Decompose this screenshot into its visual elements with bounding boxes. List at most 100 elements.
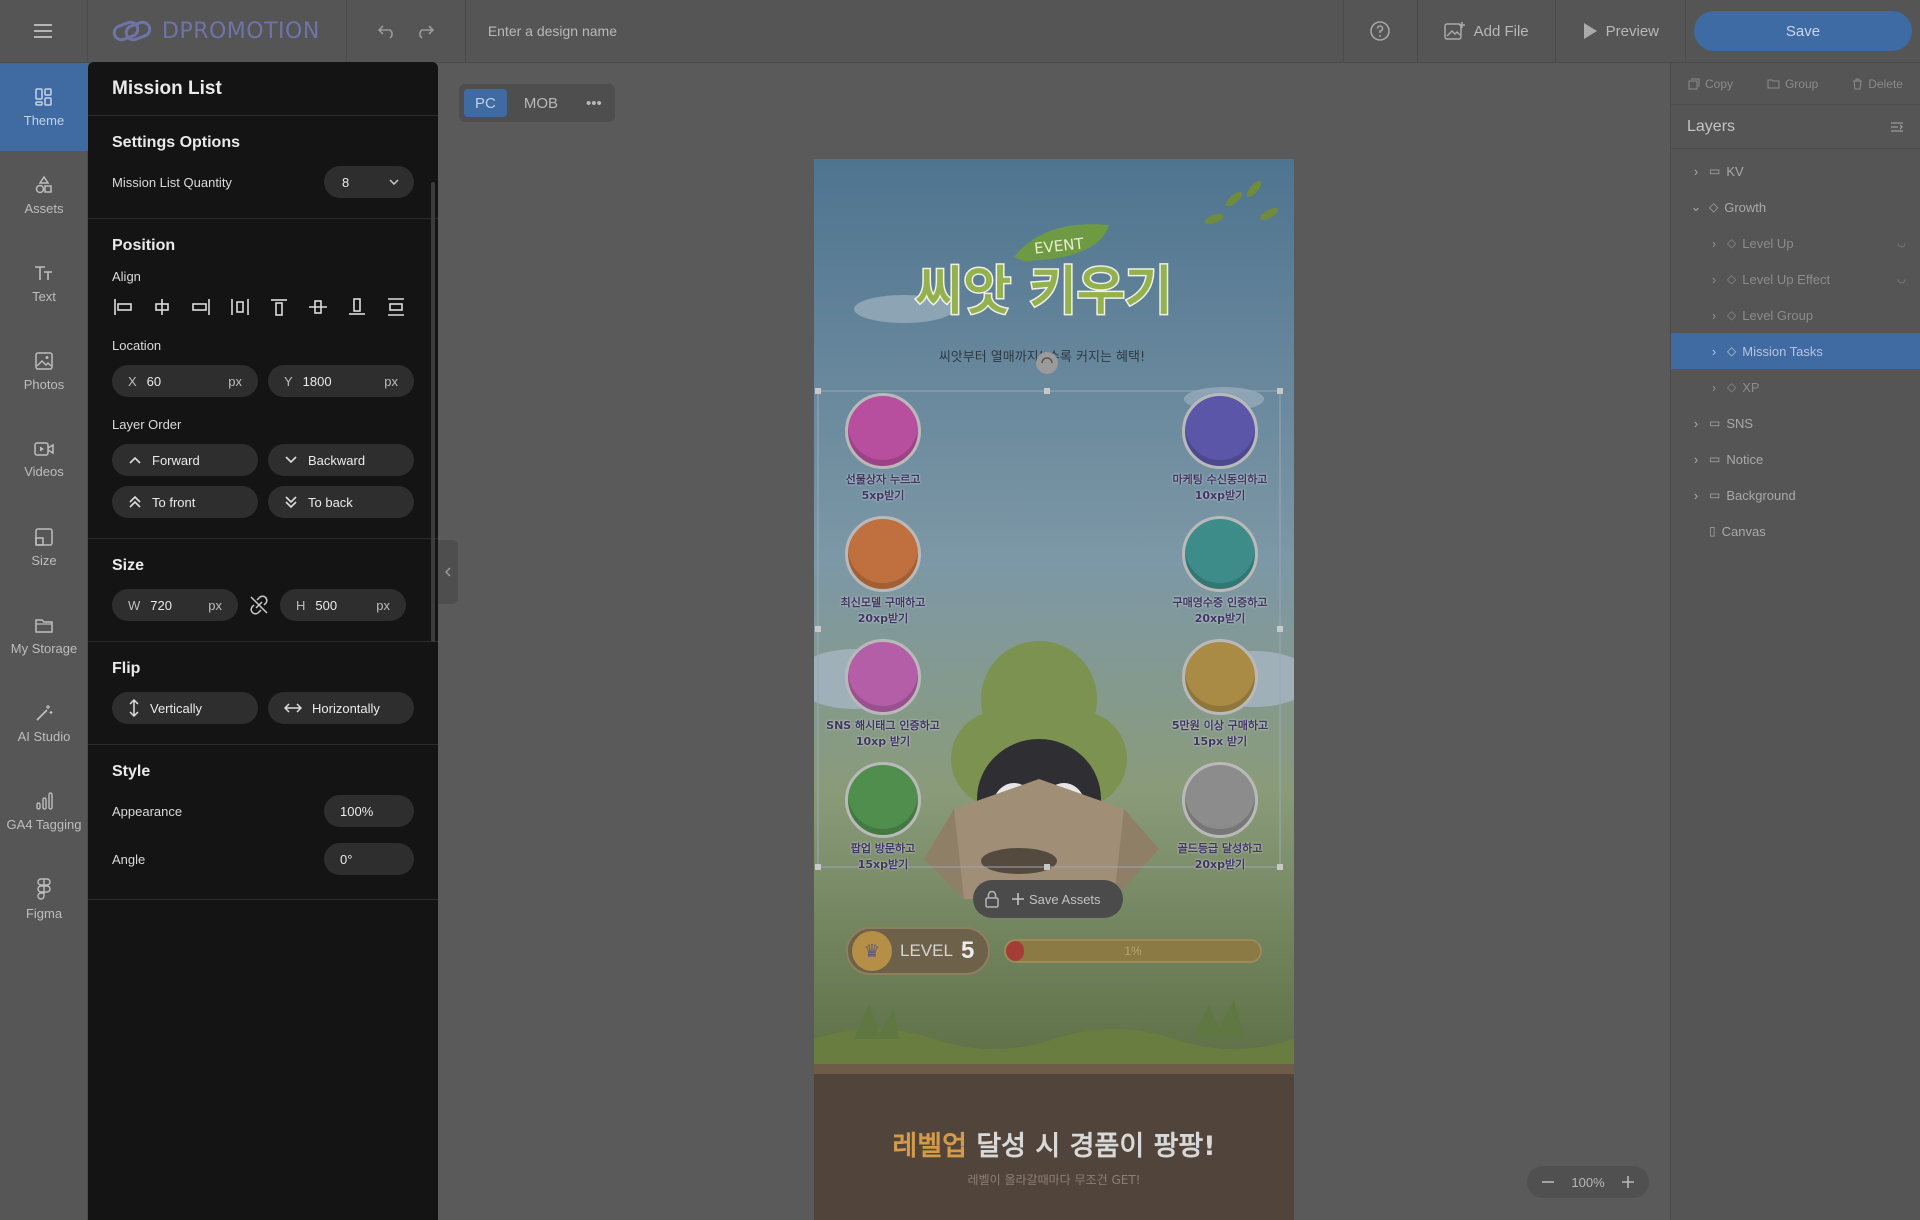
save-assets-button[interactable]: Save Assets xyxy=(1011,892,1101,907)
more-options-icon[interactable]: ••• xyxy=(575,89,613,117)
y-position-field[interactable]: Y 1800 px xyxy=(268,365,414,397)
add-file-button[interactable]: Add File xyxy=(1416,0,1555,63)
zoom-value[interactable]: 100% xyxy=(1571,1175,1604,1190)
align-right-icon[interactable] xyxy=(190,296,212,318)
redo-icon[interactable] xyxy=(415,23,435,39)
zoom-in-icon[interactable] xyxy=(1621,1175,1635,1189)
delete-button[interactable]: Delete xyxy=(1852,77,1903,91)
pc-view-button[interactable]: PC xyxy=(464,89,507,117)
to-front-button[interactable]: To front xyxy=(112,486,258,518)
to-back-button[interactable]: To back xyxy=(268,486,414,518)
chevron-right-icon[interactable]: › xyxy=(1707,236,1721,251)
mob-view-button[interactable]: MOB xyxy=(513,89,569,117)
x-position-field[interactable]: X 60 px xyxy=(112,365,258,397)
hidden-eye-icon[interactable]: ◡ xyxy=(1897,238,1906,249)
assets-icon xyxy=(35,175,52,193)
mission-reward: 20xp받기 xyxy=(1194,858,1246,871)
chevron-down-icon[interactable]: ⌄ xyxy=(1689,199,1703,215)
chevron-right-icon[interactable]: › xyxy=(1689,488,1703,503)
layer-item[interactable]: › ▭ KV xyxy=(1671,153,1920,189)
rail-item-size[interactable]: Size xyxy=(0,503,88,591)
layer-item[interactable]: › ◇ Level Up ◡ xyxy=(1671,225,1920,261)
layer-item[interactable]: ▯ Canvas xyxy=(1671,513,1920,549)
group-button[interactable]: Group xyxy=(1767,77,1818,91)
save-button[interactable]: Save xyxy=(1694,11,1912,51)
layer-item[interactable]: › ▭ Background xyxy=(1671,477,1920,513)
logo[interactable]: DPROMOTION xyxy=(88,0,347,63)
rail-item-my-storage[interactable]: My Storage xyxy=(0,591,88,679)
layer-item[interactable]: › ◇ Mission Tasks xyxy=(1671,333,1920,369)
appearance-field[interactable]: 100% xyxy=(324,795,414,827)
mission-item[interactable]: 마케팅 수신동의하고 10xp받기 xyxy=(1155,393,1285,503)
rail-item-text[interactable]: Text xyxy=(0,239,88,327)
layer-item[interactable]: › ◇ XP xyxy=(1671,369,1920,405)
preview-button[interactable]: Preview xyxy=(1554,0,1685,63)
mission-item[interactable]: 구매영수증 인증하고 20xp받기 xyxy=(1155,516,1285,626)
distribute-horizontal-icon[interactable] xyxy=(229,296,251,318)
rail-item-assets[interactable]: Assets xyxy=(0,151,88,239)
hidden-eye-icon[interactable]: ◡ xyxy=(1897,274,1906,285)
align-center-vertical-icon[interactable] xyxy=(307,296,329,318)
chevron-right-icon[interactable]: › xyxy=(1707,380,1721,395)
rail-item-ai-studio[interactable]: AI Studio xyxy=(0,679,88,767)
mission-item[interactable]: 선물상자 누르고 5xp받기 xyxy=(818,393,948,503)
chevron-right-icon[interactable]: › xyxy=(1689,164,1703,179)
backward-button[interactable]: Backward xyxy=(268,444,414,476)
panel-scrollbar[interactable] xyxy=(431,182,435,642)
copy-button[interactable]: Copy xyxy=(1688,77,1733,91)
design-canvas[interactable]: EVENT 씨앗 키우기 씨앗부터 열매까지! 수록 커지는 혜택! 레벨업 달… xyxy=(814,159,1294,1220)
align-center-horizontal-icon[interactable] xyxy=(151,296,173,318)
rail-item-ga4-tagging[interactable]: GA4 Tagging xyxy=(0,767,88,855)
to-back-label: To back xyxy=(308,494,353,510)
undo-icon[interactable] xyxy=(377,23,397,39)
copy-label: Copy xyxy=(1704,76,1733,91)
layer-label: Level Up Effect xyxy=(1742,271,1831,287)
layer-item[interactable]: › ▭ Notice xyxy=(1671,441,1920,477)
width-field[interactable]: W 720 px xyxy=(112,589,238,621)
help-button[interactable] xyxy=(1342,0,1417,63)
mission-item[interactable]: 팝업 방문하고 15xp받기 xyxy=(818,762,948,872)
zoom-out-icon[interactable] xyxy=(1541,1175,1555,1189)
mission-item[interactable]: 최신모델 구매하고 20xp받기 xyxy=(818,516,948,626)
layer-item[interactable]: ⌄ ◇ Growth xyxy=(1671,189,1920,225)
flip-horizontal-button[interactable]: Horizontally xyxy=(268,692,414,724)
chevron-right-icon[interactable]: › xyxy=(1707,308,1721,323)
mission-item[interactable]: 5만원 이상 구매하고 15px 받기 xyxy=(1155,639,1285,749)
align-bottom-icon[interactable] xyxy=(346,296,368,318)
rail-item-photos[interactable]: Photos xyxy=(0,327,88,415)
rail-item-figma[interactable]: Figma xyxy=(0,855,88,943)
unlink-ratio-icon[interactable] xyxy=(246,592,272,618)
floating-toolbar: Save Assets xyxy=(973,880,1123,918)
rail-label: Assets xyxy=(24,200,64,216)
chevron-right-icon[interactable]: › xyxy=(1689,452,1703,467)
mission-item[interactable]: 골드등급 달성하고 20xp받기 xyxy=(1155,762,1285,872)
section-heading: Size xyxy=(112,557,145,574)
align-left-icon[interactable] xyxy=(112,296,134,318)
mission-title: 골드등급 달성하고 xyxy=(1177,842,1263,855)
h-unit: px xyxy=(376,597,390,613)
lock-icon[interactable] xyxy=(983,889,1001,909)
layer-item[interactable]: › ◇ Level Up Effect ◡ xyxy=(1671,261,1920,297)
chevron-right-icon[interactable]: › xyxy=(1689,416,1703,431)
angle-field[interactable]: 0° xyxy=(324,843,414,875)
layer-item[interactable]: › ▭ SNS xyxy=(1671,405,1920,441)
quantity-select[interactable]: 8 xyxy=(324,166,414,198)
layer-item[interactable]: › ◇ Level Group xyxy=(1671,297,1920,333)
design-name-input[interactable]: Enter a design name xyxy=(466,23,1343,39)
mission-reward: 5xp받기 xyxy=(861,489,905,502)
hamburger-menu-button[interactable] xyxy=(0,0,88,63)
chevron-right-icon[interactable]: › xyxy=(1707,344,1721,359)
mission-item[interactable]: SNS 해시태그 인증하고 10xp 받기 xyxy=(818,639,948,749)
forward-button[interactable]: Forward xyxy=(112,444,258,476)
rail-item-theme[interactable]: Theme xyxy=(0,63,88,151)
collapse-layers-icon[interactable] xyxy=(1890,121,1904,133)
collapse-panel-button[interactable] xyxy=(438,540,458,604)
chevron-right-icon[interactable]: › xyxy=(1707,272,1721,287)
distribute-vertical-icon[interactable] xyxy=(385,296,407,318)
align-top-icon[interactable] xyxy=(268,296,290,318)
layer-label: SNS xyxy=(1726,415,1754,431)
height-field[interactable]: H 500 px xyxy=(280,589,406,621)
rail-item-videos[interactable]: Videos xyxy=(0,415,88,503)
flip-vertical-button[interactable]: Vertically xyxy=(112,692,258,724)
position-section: Position Align Location X 60 px Y 1800 px … xyxy=(88,219,438,539)
